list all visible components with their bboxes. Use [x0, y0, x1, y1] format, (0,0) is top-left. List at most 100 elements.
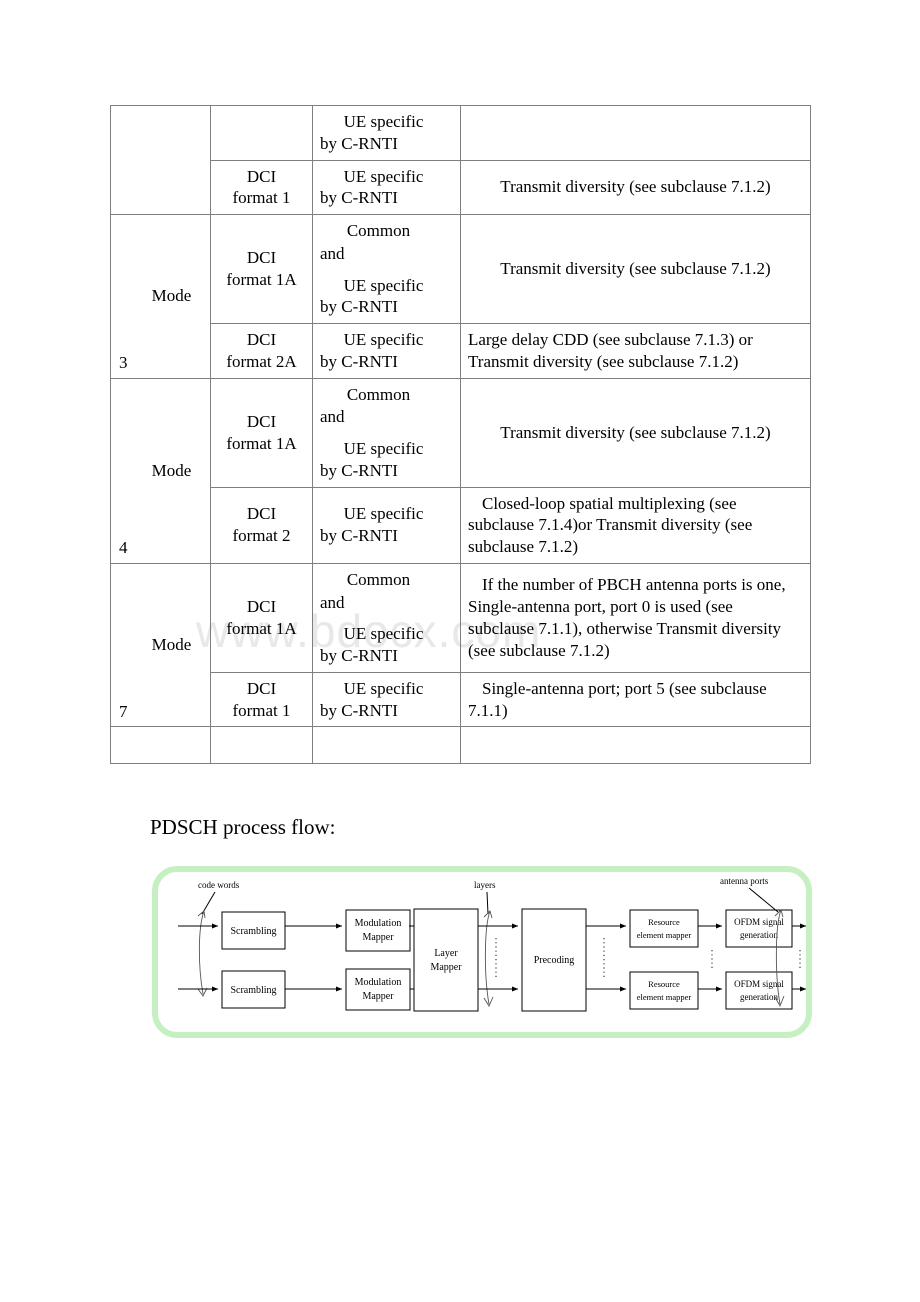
block-re-mapper-bottom	[629, 971, 699, 1010]
rnti-spacer	[320, 613, 453, 623]
rnti-by-line: by C-RNTI	[320, 188, 398, 208]
dci-line-2: format 1	[232, 188, 291, 208]
rnti-ue-line: UE specific	[343, 439, 424, 458]
label-layers: layers	[474, 880, 496, 890]
block-modulation-mapper-top-line2: Mapper	[362, 932, 394, 943]
label-antenna-ports: antenna ports	[720, 876, 769, 886]
rnti-by-line: by C-RNTI	[320, 297, 398, 317]
table-body: UE specific by C-RNTI DCI format 1 UE sp…	[110, 105, 811, 765]
rnti-common-line: Common	[346, 569, 411, 589]
mode-number: 4	[119, 538, 128, 557]
rnti-ue-line: UE specific	[343, 275, 424, 295]
rnti-and-line: and	[320, 243, 345, 263]
rnti-ue-line: UE specific	[343, 112, 424, 131]
cell-scheme: Transmit diversity (see subclause 7.1.2)	[460, 159, 811, 215]
cell-rnti: UE specific by C-RNTI	[312, 159, 461, 215]
block-layer-mapper-line1: Layer	[434, 948, 458, 959]
dci-line-1: DCI	[246, 411, 277, 431]
dci-line-2: format 1A	[226, 433, 297, 453]
rnti-by-line: by C-RNTI	[320, 133, 398, 153]
rnti-ue-line: UE specific	[343, 504, 424, 524]
block-layer-mapper	[413, 908, 479, 1012]
block-modulation-mapper-bottom-line1: Modulation	[355, 977, 402, 988]
block-re-mapper-bottom-line2: element mapper	[637, 992, 692, 1002]
cell-scheme	[460, 726, 811, 765]
mode-number: 3	[119, 352, 128, 372]
dci-line-2: format 2A	[226, 351, 297, 371]
cell-scheme: Large delay CDD (see subclause 7.1.3) or…	[460, 323, 811, 379]
rnti-and-line: and	[320, 407, 345, 427]
cell-dci-format	[210, 105, 313, 161]
block-modulation-mapper-top	[345, 909, 411, 952]
table-row: UE specific by C-RNTI	[110, 105, 811, 215]
block-precoding-label: Precoding	[534, 955, 575, 966]
rnti-ue-line: UE specific	[343, 330, 424, 349]
cell-rnti: UE specific by C-RNTI	[312, 486, 461, 564]
cell-mode: Mode 4	[110, 377, 211, 564]
dci-line-1: DCI	[246, 597, 277, 616]
mode-label: Mode	[151, 286, 192, 306]
table-row-empty	[110, 726, 811, 765]
block-modulation-mapper-bottom-line2: Mapper	[362, 991, 394, 1002]
cell-mode	[110, 726, 211, 765]
cell-dci-format	[210, 726, 313, 765]
cell-rnti: Common and UE specific by C-RNTI	[312, 562, 461, 673]
dci-line-2: format 2	[232, 526, 291, 546]
rnti-common-line: Common	[346, 221, 411, 240]
block-scrambling-top-label: Scrambling	[230, 926, 276, 937]
table-row: DCI format 2A UE specific by C-RNTI Larg…	[111, 323, 811, 379]
cell-dci-format: DCI format 2	[210, 486, 313, 564]
dci-line-1: DCI	[246, 330, 277, 349]
page-title: PDSCH process flow:	[150, 815, 336, 839]
table-row: Mode 7 DCI format 1A Common and UE speci…	[110, 562, 811, 728]
block-ofdm-top-line2: generation	[740, 930, 778, 940]
cell-rnti: UE specific by C-RNTI	[312, 671, 461, 728]
cell-scheme: Single-antenna port; port 5 (see subclau…	[460, 671, 811, 728]
cell-dci-format: DCI format 1A	[210, 377, 313, 488]
block-re-mapper-top	[629, 909, 699, 948]
block-ofdm-bottom-line2: generation	[740, 992, 778, 1002]
cell-rnti: UE specific by C-RNTI	[312, 323, 461, 379]
rnti-ue-line: UE specific	[343, 624, 424, 644]
transmission-mode-table: UE specific by C-RNTI DCI format 1 UE sp…	[110, 105, 811, 765]
block-modulation-mapper-top-line1: Modulation	[355, 918, 402, 929]
rnti-by-line: by C-RNTI	[320, 646, 398, 665]
block-ofdm-top-line1: OFDM signal	[734, 917, 784, 927]
dci-line-1: DCI	[246, 166, 277, 186]
block-ofdm-bottom	[725, 971, 793, 1010]
rnti-by-line: by C-RNTI	[320, 460, 398, 480]
rnti-ue-line: UE specific	[343, 678, 424, 698]
block-modulation-mapper-bottom	[345, 968, 411, 1011]
dci-line-1: DCI	[246, 678, 277, 698]
block-re-mapper-bottom-line1: Resource	[648, 979, 680, 989]
rnti-by-line: by C-RNTI	[320, 526, 398, 546]
block-ofdm-top	[725, 909, 793, 948]
block-scrambling-bottom-label: Scrambling	[230, 985, 276, 996]
cell-mode: Mode 7	[110, 562, 211, 728]
block-re-mapper-top-line2: element mapper	[637, 930, 692, 940]
pdsch-process-flow-diagram: code words Scrambling Modulation Mapper …	[152, 866, 812, 1038]
cell-rnti: Common and UE specific by C-RNTI	[312, 377, 461, 488]
rnti-spacer	[320, 265, 453, 275]
cell-rnti: UE specific by C-RNTI	[312, 105, 461, 161]
table-row: DCI format 2 UE specific by C-RNTI Close…	[111, 486, 811, 564]
mode-number: 7	[119, 701, 128, 721]
rnti-by-line: by C-RNTI	[320, 700, 398, 720]
cell-mode	[110, 105, 211, 215]
rnti-ue-line: UE specific	[343, 166, 424, 186]
cell-scheme: Closed-loop spatial multiplexing (see su…	[460, 486, 811, 564]
block-re-mapper-top-line1: Resource	[648, 917, 680, 927]
rnti-common-line: Common	[346, 384, 411, 404]
cell-dci-format: DCI format 1	[210, 671, 313, 728]
cell-dci-format: DCI format 1A	[210, 214, 313, 324]
cell-scheme: Transmit diversity (see subclause 7.1.2)	[460, 377, 811, 488]
cell-dci-format: DCI format 1A	[210, 562, 313, 673]
table-row: Mode 4 DCI format 1A Common and UE speci…	[110, 377, 811, 564]
cell-dci-format: DCI format 2A	[210, 323, 313, 379]
label-code-words: code words	[198, 880, 240, 890]
cell-dci-format: DCI format 1	[210, 159, 313, 215]
dci-line-1: DCI	[246, 248, 277, 268]
rnti-by-line: by C-RNTI	[320, 351, 398, 371]
table-row: DCI format 1 UE specific by C-RNTI Singl…	[111, 671, 811, 728]
dci-line-1: DCI	[246, 504, 277, 524]
